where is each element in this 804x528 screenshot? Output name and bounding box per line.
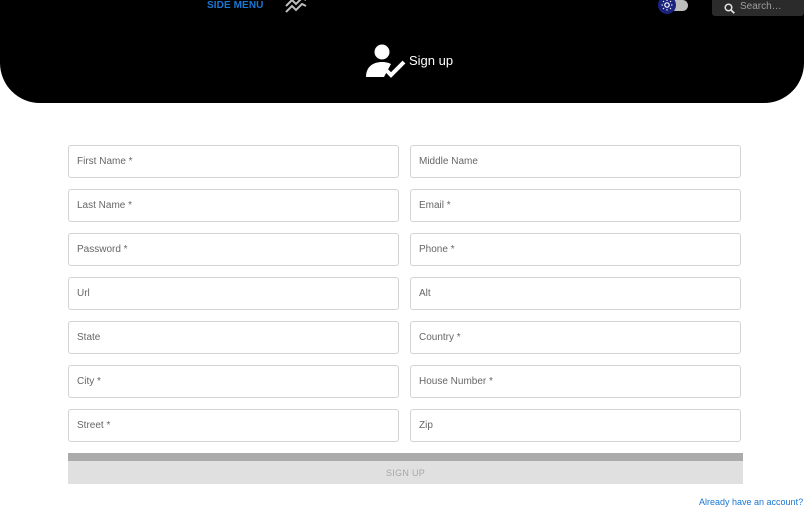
middle-name-input[interactable] — [411, 146, 740, 177]
last-name-input[interactable] — [69, 190, 398, 221]
alt-input[interactable] — [411, 278, 740, 309]
url-input[interactable] — [69, 278, 398, 309]
street-input[interactable] — [69, 410, 398, 441]
state-input[interactable] — [69, 322, 398, 353]
url-field[interactable] — [68, 277, 399, 310]
first-name-input[interactable] — [69, 146, 398, 177]
theme-toggle[interactable] — [658, 0, 690, 14]
house-number-input[interactable] — [411, 366, 740, 397]
country-input[interactable] — [411, 322, 740, 353]
sun-icon — [658, 0, 676, 14]
waves-icon[interactable] — [284, 0, 308, 19]
last-name-field[interactable] — [68, 189, 399, 222]
search-input[interactable] — [740, 0, 800, 13]
sign-up-button[interactable]: SIGN UP — [68, 453, 743, 484]
user-check-icon — [364, 44, 408, 85]
first-name-field[interactable] — [68, 145, 399, 178]
zip-field[interactable] — [410, 409, 741, 442]
alt-field[interactable] — [410, 277, 741, 310]
zip-input[interactable] — [411, 410, 740, 441]
street-field[interactable] — [68, 409, 399, 442]
city-field[interactable] — [68, 365, 399, 398]
email-input[interactable] — [411, 190, 740, 221]
page-title: Sign up — [409, 53, 454, 68]
state-field[interactable] — [68, 321, 399, 354]
search-icon — [724, 1, 735, 19]
country-field[interactable] — [410, 321, 741, 354]
side-menu-link[interactable]: SIDE MENU — [207, 0, 263, 11]
phone-field[interactable] — [410, 233, 741, 266]
password-input[interactable] — [69, 234, 398, 265]
password-field[interactable] — [68, 233, 399, 266]
phone-input[interactable] — [411, 234, 740, 265]
email-field[interactable] — [410, 189, 741, 222]
search-box — [712, 0, 804, 16]
login-link[interactable]: Already have an account? S — [699, 497, 804, 507]
city-input[interactable] — [69, 366, 398, 397]
header: SIDE MENU Search… Sign up — [0, 0, 804, 103]
middle-name-field[interactable] — [410, 145, 741, 178]
house-number-field[interactable] — [410, 365, 741, 398]
